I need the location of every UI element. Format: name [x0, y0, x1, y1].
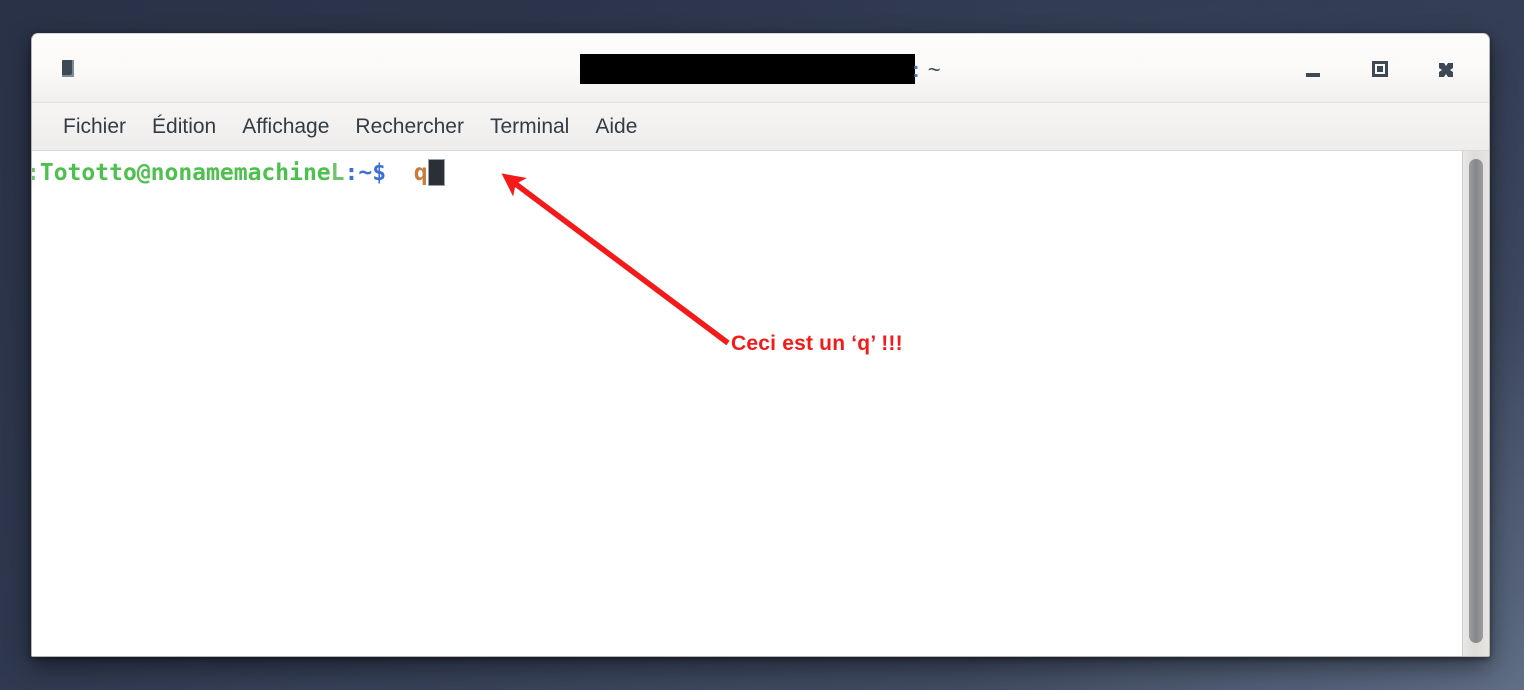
terminal-area: :Tototto@nonamemachineL:~$ q	[32, 151, 1489, 656]
window-title: : ~	[32, 54, 1489, 84]
prompt-leading-char: :	[32, 160, 40, 186]
window-titlebar[interactable]: : ~	[32, 34, 1489, 103]
terminal-scrollbar[interactable]	[1462, 151, 1489, 656]
title-path: ~	[927, 57, 941, 82]
prompt-trailing-char: L	[330, 160, 345, 186]
terminal-cursor	[427, 159, 445, 186]
close-icon[interactable]	[1430, 56, 1462, 82]
prompt-separator: :~$	[344, 160, 387, 186]
title-separator: :	[912, 57, 920, 82]
menu-item-rechercher[interactable]: Rechercher	[342, 113, 477, 141]
terminal-command-text: q	[413, 160, 428, 186]
menu-item-terminal[interactable]: Terminal	[477, 113, 582, 141]
maximize-icon[interactable]	[1364, 56, 1396, 82]
menubar: Fichier Édition Affichage Rechercher Ter…	[32, 103, 1489, 151]
title-redaction-bar	[580, 54, 916, 84]
menu-item-edition[interactable]: Édition	[139, 113, 229, 141]
prompt-line: :Tototto@nonamemachineL:~$ q	[32, 158, 445, 188]
scrollbar-thumb[interactable]	[1469, 159, 1483, 643]
menu-item-fichier[interactable]: Fichier	[50, 113, 139, 141]
terminal-window: : ~ Fichier Édition Affichage Rechercher …	[31, 33, 1490, 657]
terminal-output[interactable]: :Tototto@nonamemachineL:~$ q	[32, 151, 1462, 656]
minimize-icon[interactable]	[1297, 56, 1329, 82]
menu-item-aide[interactable]: Aide	[582, 113, 650, 141]
prompt-user-host: Tototto@nonamemachine	[39, 160, 331, 186]
menu-item-affichage[interactable]: Affichage	[229, 113, 342, 141]
